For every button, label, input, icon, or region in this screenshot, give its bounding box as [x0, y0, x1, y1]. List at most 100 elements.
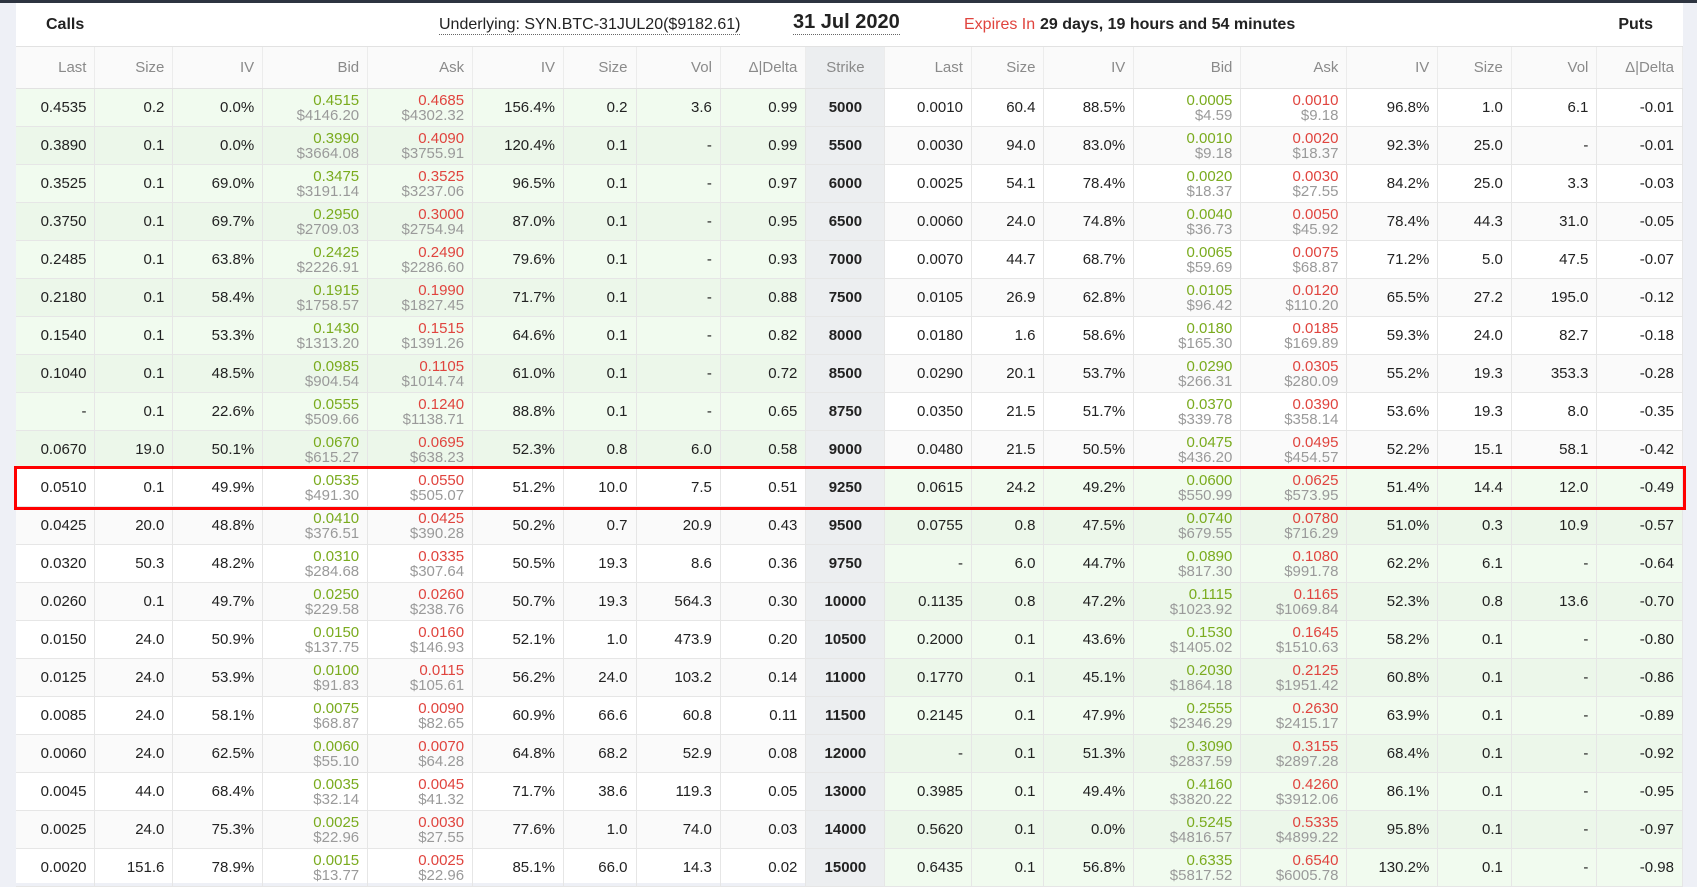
- call-ask-price[interactable]: 0.0030: [376, 815, 464, 830]
- table-row[interactable]: 0.0060 24.0 62.5% 0.0060 $55.10 0.0070 $64.28 6…: [16, 734, 1683, 773]
- call-ask-cell[interactable]: 0.0695 $638.23: [367, 430, 474, 469]
- call-ask-cell[interactable]: 0.0025 $22.96: [367, 848, 474, 887]
- put-bid-cell[interactable]: 0.2555 $2346.29: [1133, 696, 1242, 735]
- put-bid-cell[interactable]: 0.0180 $165.30: [1133, 316, 1242, 355]
- put-bid-price[interactable]: 0.4160: [1142, 777, 1232, 792]
- call-ask-price[interactable]: 0.0425: [376, 511, 464, 526]
- put-bid-price[interactable]: 0.6335: [1142, 853, 1232, 868]
- call-ask-cell[interactable]: 0.1515 $1391.26: [367, 316, 474, 355]
- table-row[interactable]: 0.0320 50.3 48.2% 0.0310 $284.68 0.0335 $307.6…: [16, 544, 1683, 583]
- call-ask-cell[interactable]: 0.1105 $1014.74: [367, 354, 474, 393]
- put-ask-price[interactable]: 0.5335: [1249, 815, 1339, 830]
- put-bid-cell[interactable]: 0.0370 $339.78: [1133, 392, 1242, 431]
- put-bid-cell[interactable]: 0.1530 $1405.02: [1133, 620, 1242, 659]
- put-ask-price[interactable]: 0.6540: [1249, 853, 1339, 868]
- put-bid-cell[interactable]: 0.4160 $3820.22: [1133, 772, 1242, 811]
- put-bid-cell[interactable]: 0.0600 $550.99: [1133, 468, 1242, 507]
- put-ask-price[interactable]: 0.0390: [1249, 397, 1339, 412]
- call-ask-cell[interactable]: 0.0115 $105.61: [367, 658, 474, 697]
- put-ask-price[interactable]: 0.0020: [1249, 131, 1339, 146]
- put-ask-cell[interactable]: 0.2630 $2415.17: [1240, 696, 1348, 735]
- call-ask-cell[interactable]: 0.0335 $307.64: [367, 544, 474, 583]
- call-ask-cell[interactable]: 0.3525 $3237.06: [367, 164, 474, 203]
- call-bid-cell[interactable]: 0.1915 $1758.57: [262, 278, 369, 317]
- table-row[interactable]: 0.0125 24.0 53.9% 0.0100 $91.83 0.0115 $105.61…: [16, 658, 1683, 697]
- put-ask-cell[interactable]: 0.0495 $454.57: [1240, 430, 1348, 469]
- put-bid-cell[interactable]: 0.0040 $36.73: [1133, 202, 1242, 241]
- table-row[interactable]: 0.0020 151.6 78.9% 0.0015 $13.77 0.0025 $22.96…: [16, 848, 1683, 887]
- call-bid-price[interactable]: 0.1915: [271, 283, 359, 298]
- put-ask-price[interactable]: 0.0075: [1249, 245, 1339, 260]
- call-bid-cell[interactable]: 0.0060 $55.10: [262, 734, 369, 773]
- col-header-put-bid[interactable]: Bid: [1133, 47, 1242, 89]
- put-bid-cell[interactable]: 0.6335 $5817.52: [1133, 848, 1242, 887]
- col-header-call-iv[interactable]: IV: [472, 47, 564, 89]
- call-ask-cell[interactable]: 0.3000 $2754.94: [367, 202, 474, 241]
- call-ask-cell[interactable]: 0.0070 $64.28: [367, 734, 474, 773]
- call-bid-price[interactable]: 0.2425: [271, 245, 359, 260]
- put-bid-cell[interactable]: 0.0010 $9.18: [1133, 126, 1242, 165]
- call-ask-price[interactable]: 0.0070: [376, 739, 464, 754]
- col-header-put-iv[interactable]: IV: [1346, 47, 1439, 89]
- table-row[interactable]: 0.0510 0.1 49.9% 0.0535 $491.30 0.0550 $505.07…: [16, 468, 1683, 507]
- table-row[interactable]: 0.3890 0.1 0.0% 0.3990 $3664.08 0.4090 $3755.9…: [16, 126, 1683, 165]
- table-row[interactable]: 0.0260 0.1 49.7% 0.0250 $229.58 0.0260 $238.76…: [16, 582, 1683, 621]
- call-bid-price[interactable]: 0.2950: [271, 207, 359, 222]
- call-bid-cell[interactable]: 0.0075 $68.87: [262, 696, 369, 735]
- call-bid-cell[interactable]: 0.2950 $2709.03: [262, 202, 369, 241]
- put-bid-cell[interactable]: 0.2030 $1864.18: [1133, 658, 1242, 697]
- put-ask-price[interactable]: 0.0625: [1249, 473, 1339, 488]
- call-ask-cell[interactable]: 0.0160 $146.93: [367, 620, 474, 659]
- call-ask-price[interactable]: 0.0025: [376, 853, 464, 868]
- put-bid-cell[interactable]: 0.0890 $817.30: [1133, 544, 1242, 583]
- put-bid-price[interactable]: 0.0040: [1142, 207, 1232, 222]
- call-ask-cell[interactable]: 0.4090 $3755.91: [367, 126, 474, 165]
- put-ask-cell[interactable]: 0.5335 $4899.22: [1240, 810, 1348, 849]
- put-bid-price[interactable]: 0.1115: [1142, 587, 1233, 602]
- call-bid-price[interactable]: 0.0015: [271, 853, 359, 868]
- call-ask-price[interactable]: 0.3525: [376, 169, 464, 184]
- underlying-info[interactable]: Underlying: SYN.BTC-31JUL20($9182.61): [439, 16, 741, 35]
- put-ask-cell[interactable]: 0.1165 $1069.84: [1240, 582, 1348, 621]
- put-bid-price[interactable]: 0.0475: [1142, 435, 1232, 450]
- call-bid-cell[interactable]: 0.2425 $2226.91: [262, 240, 369, 279]
- table-row[interactable]: 0.0425 20.0 48.8% 0.0410 $376.51 0.0425 $390.2…: [16, 506, 1683, 545]
- call-ask-cell[interactable]: 0.2490 $2286.60: [367, 240, 474, 279]
- call-ask-price[interactable]: 0.0335: [376, 549, 464, 564]
- put-bid-price[interactable]: 0.2030: [1142, 663, 1232, 678]
- call-ask-cell[interactable]: 0.0260 $238.76: [367, 582, 474, 621]
- call-bid-price[interactable]: 0.0150: [271, 625, 359, 640]
- put-ask-price[interactable]: 0.0185: [1249, 321, 1339, 336]
- put-bid-cell[interactable]: 0.5245 $4816.57: [1133, 810, 1242, 849]
- call-bid-price[interactable]: 0.0060: [271, 739, 359, 754]
- put-ask-cell[interactable]: 0.0305 $280.09: [1240, 354, 1348, 393]
- col-header-call-iv[interactable]: IV: [172, 47, 264, 89]
- table-row[interactable]: 0.1540 0.1 53.3% 0.1430 $1313.20 0.1515 $1391.…: [16, 316, 1683, 355]
- call-bid-price[interactable]: 0.3990: [271, 131, 359, 146]
- col-header-call-vol[interactable]: Vol: [636, 47, 721, 89]
- put-bid-price[interactable]: 0.2555: [1142, 701, 1232, 716]
- put-ask-price[interactable]: 0.2630: [1249, 701, 1339, 716]
- call-bid-cell[interactable]: 0.0150 $137.75: [262, 620, 369, 659]
- col-header-call-size[interactable]: Size: [94, 47, 174, 89]
- table-row[interactable]: 0.4535 0.2 0.0% 0.4515 $4146.20 0.4685 $4302.3…: [16, 88, 1683, 127]
- put-ask-price[interactable]: 0.0120: [1249, 283, 1339, 298]
- call-ask-cell[interactable]: 0.0425 $390.28: [367, 506, 474, 545]
- call-bid-cell[interactable]: 0.3475 $3191.14: [262, 164, 369, 203]
- col-header-call-last[interactable]: Last: [16, 47, 96, 89]
- table-row[interactable]: 0.2485 0.1 63.8% 0.2425 $2226.91 0.2490 $2286.…: [16, 240, 1683, 279]
- put-ask-cell[interactable]: 0.1080 $991.78: [1240, 544, 1348, 583]
- call-ask-cell[interactable]: 0.0550 $505.07: [367, 468, 474, 507]
- put-bid-cell[interactable]: 0.0020 $18.37: [1133, 164, 1242, 203]
- call-bid-price[interactable]: 0.0035: [271, 777, 359, 792]
- col-header-call-size[interactable]: Size: [563, 47, 637, 89]
- col-header-call-ask[interactable]: Ask: [367, 47, 474, 89]
- call-bid-cell[interactable]: 0.0985 $904.54: [262, 354, 369, 393]
- put-ask-price[interactable]: 0.1645: [1249, 625, 1339, 640]
- put-ask-price[interactable]: 0.0305: [1249, 359, 1339, 374]
- put-ask-cell[interactable]: 0.0120 $110.20: [1240, 278, 1348, 317]
- call-bid-cell[interactable]: 0.0100 $91.83: [262, 658, 369, 697]
- put-ask-price[interactable]: 0.0780: [1249, 511, 1339, 526]
- call-bid-cell[interactable]: 0.0025 $22.96: [262, 810, 369, 849]
- call-bid-cell[interactable]: 0.0555 $509.66: [262, 392, 369, 431]
